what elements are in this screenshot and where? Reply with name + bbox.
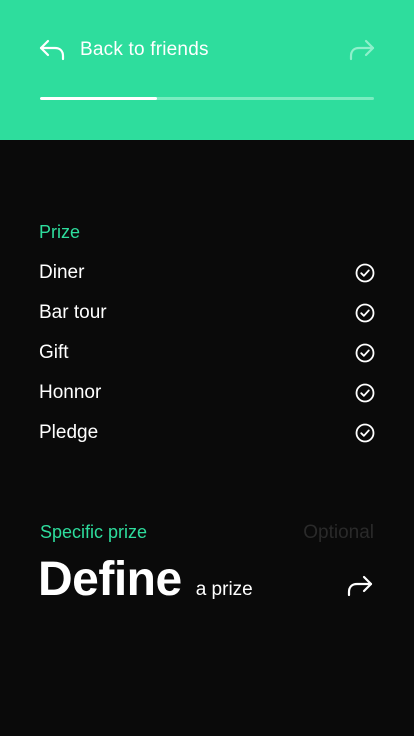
back-button[interactable]: Back to friends	[38, 36, 209, 64]
prize-item[interactable]: Diner	[39, 253, 375, 293]
prize-section-label: Prize	[39, 222, 81, 242]
optional-label: Optional	[303, 522, 374, 543]
prize-item[interactable]: Pledge	[39, 413, 375, 453]
check-circle-icon[interactable]	[355, 263, 375, 283]
progress-fill	[40, 97, 157, 100]
prize-item-label: Bar tour	[39, 302, 107, 323]
check-circle-icon[interactable]	[355, 423, 375, 443]
progress-bar	[40, 97, 374, 100]
header: Back to friends	[0, 0, 414, 140]
prize-item-label: Pledge	[39, 422, 99, 443]
define-subtitle: a prize	[195, 579, 253, 600]
check-circle-icon[interactable]	[355, 303, 375, 323]
forward-arrow-icon[interactable]	[348, 38, 376, 62]
prize-item-label: Diner	[39, 262, 85, 283]
back-label: Back to friends	[80, 39, 209, 60]
define-prize-button[interactable]: Define a prize	[38, 552, 253, 607]
prize-item-label: Honnor	[39, 382, 102, 403]
define-title: Define	[38, 553, 182, 606]
prize-item[interactable]: Bar tour	[39, 293, 375, 333]
back-arrow-icon	[39, 39, 65, 61]
prize-list: Diner Bar tour Gift Honnor Pledge	[39, 253, 375, 453]
prize-item[interactable]: Gift	[39, 333, 375, 373]
check-circle-icon[interactable]	[355, 383, 375, 403]
specific-prize-label: Specific prize	[40, 522, 148, 542]
prize-item[interactable]: Honnor	[39, 373, 375, 413]
check-circle-icon[interactable]	[355, 343, 375, 363]
forward-arrow-icon[interactable]	[346, 574, 374, 598]
prize-item-label: Gift	[39, 342, 69, 363]
